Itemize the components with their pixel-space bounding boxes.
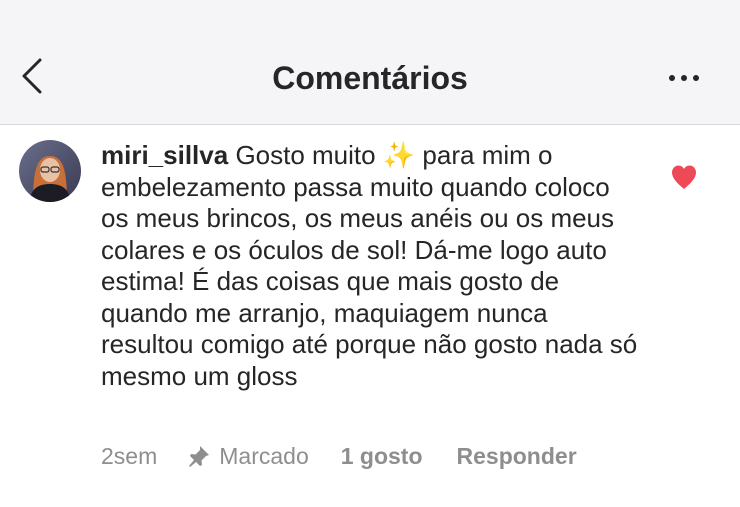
comment-actions: 2sem Marcado 1 gosto Responder: [101, 440, 577, 472]
more-horizontal-icon: [669, 75, 699, 81]
reply-button[interactable]: Responder: [457, 443, 577, 470]
avatar[interactable]: [19, 140, 81, 202]
comment-text: Gosto muito ✨ para mim o embelezamento p…: [101, 140, 638, 391]
page-title: Comentários: [272, 60, 468, 96]
like-button[interactable]: [670, 164, 698, 190]
heart-filled-icon: [672, 165, 696, 189]
top-bar: Comentários: [0, 0, 740, 125]
pinned-label: Marcado: [219, 442, 309, 469]
comment-timestamp: 2sem: [101, 442, 158, 469]
more-options-button[interactable]: [662, 66, 706, 90]
likes-count-link[interactable]: 1 gosto: [341, 443, 423, 470]
pin-icon: [189, 446, 210, 467]
comment-username[interactable]: miri_sillva: [101, 140, 228, 170]
pinned-indicator: Marcado: [187, 442, 309, 470]
comment-body: miri_sillva Gosto muito ✨ para mim o emb…: [101, 140, 641, 392]
